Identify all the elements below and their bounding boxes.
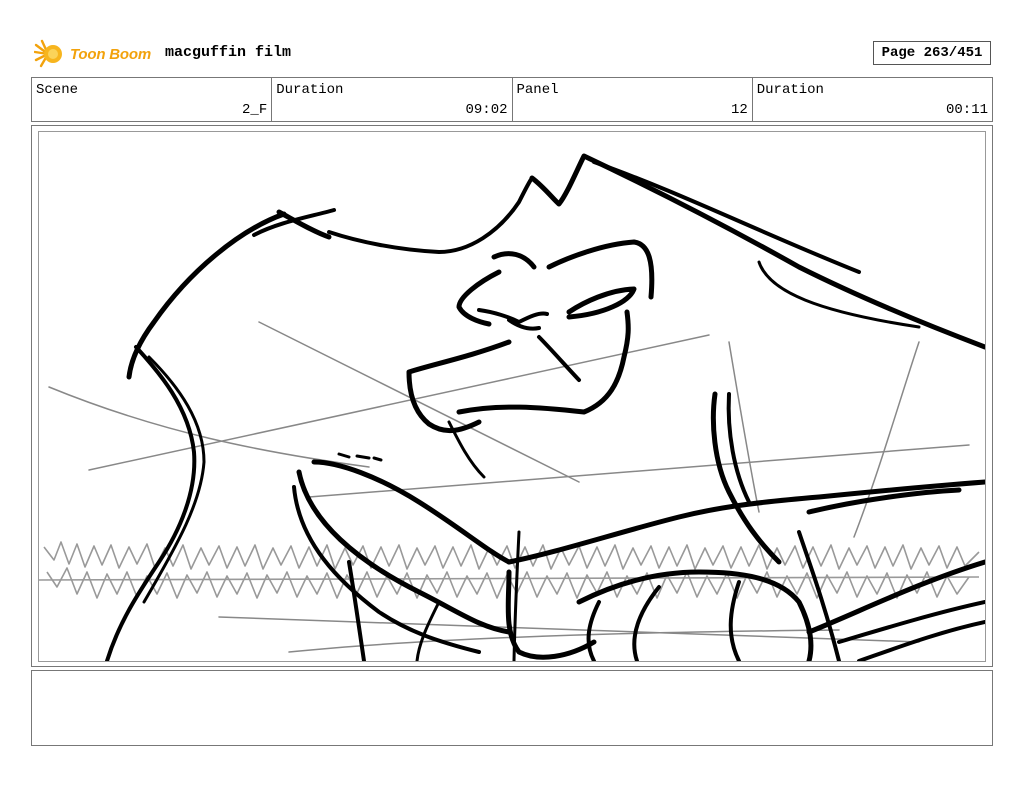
logo-text: Toon Boom <box>70 45 151 63</box>
panel-notes-box <box>31 670 993 746</box>
panel-duration-label: Duration <box>756 82 824 98</box>
scene-duration-value: 09:02 <box>465 102 508 118</box>
panel-duration-cell: Duration 00:11 <box>753 78 992 121</box>
panel-cell: Panel 12 <box>513 78 753 121</box>
panel-image-area <box>38 131 986 662</box>
scene-duration-cell: Duration 09:02 <box>272 78 513 121</box>
scene-label: Scene <box>36 82 79 98</box>
panel-duration-value: 00:11 <box>945 102 988 118</box>
panel-value: 12 <box>730 102 748 118</box>
scene-cell: Scene 2_F <box>32 78 273 121</box>
film-title: macguffin film <box>165 44 292 61</box>
panel-info-table: Scene 2_F Duration 09:02 Panel 12 Durati… <box>31 77 993 122</box>
panel-frame <box>31 125 993 667</box>
scene-value: 2_F <box>242 102 268 118</box>
storyboard-sketch-gorilla-icon <box>39 153 985 661</box>
page-number: Page 263/451 <box>873 41 991 65</box>
panel-label: Panel <box>516 82 559 98</box>
toon-boom-logo: Toon Boom <box>34 38 159 70</box>
sunburst-icon <box>34 39 62 68</box>
scene-duration-label: Duration <box>276 82 344 98</box>
